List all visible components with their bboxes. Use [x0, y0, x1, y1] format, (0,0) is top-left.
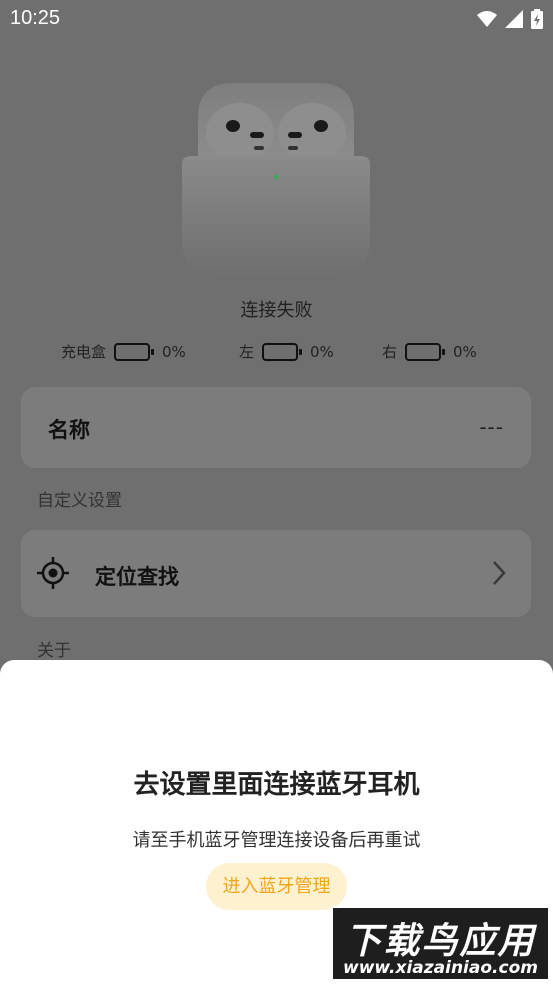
about-heading: 关于: [37, 641, 71, 661]
battery-right-label: 右: [382, 343, 398, 361]
locate-find-label: 定位查找: [95, 565, 179, 589]
sheet-message: 请至手机蓝牙管理连接设备后再重试: [132, 830, 421, 851]
status-icons: [477, 9, 543, 29]
chevron-right-icon: [493, 561, 506, 585]
battery-icon: [114, 342, 155, 361]
watermark-url: www.xiazainiao.com: [343, 958, 538, 978]
wifi-icon: [477, 11, 497, 27]
battery-case: 充电盒 0%: [61, 341, 186, 362]
battery-icon: [262, 342, 303, 361]
battery-charging-icon: [531, 9, 543, 29]
earbuds-case-image: [182, 83, 370, 280]
cellular-signal-icon: [505, 10, 523, 28]
locate-find-row[interactable]: 定位查找: [21, 530, 531, 617]
watermark-title: 下载鸟应用: [345, 921, 536, 962]
battery-left: 左 0%: [239, 341, 334, 362]
battery-icon: [405, 342, 446, 361]
status-bar: 10:25: [0, 0, 553, 38]
battery-case-label: 充电盒: [61, 343, 107, 361]
custom-settings-heading: 自定义设置: [37, 491, 122, 511]
battery-left-value: 0%: [310, 342, 334, 361]
location-target-icon: [37, 557, 69, 589]
open-bluetooth-settings-button[interactable]: 进入蓝牙管理: [206, 863, 347, 910]
status-time: 10:25: [10, 7, 61, 29]
connection-status: 连接失败: [240, 300, 313, 321]
battery-case-value: 0%: [162, 342, 186, 361]
device-name-card[interactable]: 名称 ---: [21, 387, 531, 468]
sheet-title: 去设置里面连接蓝牙耳机: [133, 770, 420, 800]
battery-left-label: 左: [239, 343, 255, 361]
device-name-label: 名称: [48, 418, 90, 442]
device-name-value: ---: [479, 415, 504, 439]
battery-right: 右 0%: [382, 341, 477, 362]
battery-right-value: 0%: [453, 342, 477, 361]
watermark-logo: 下载鸟应用 www.xiazainiao.com: [331, 906, 550, 981]
